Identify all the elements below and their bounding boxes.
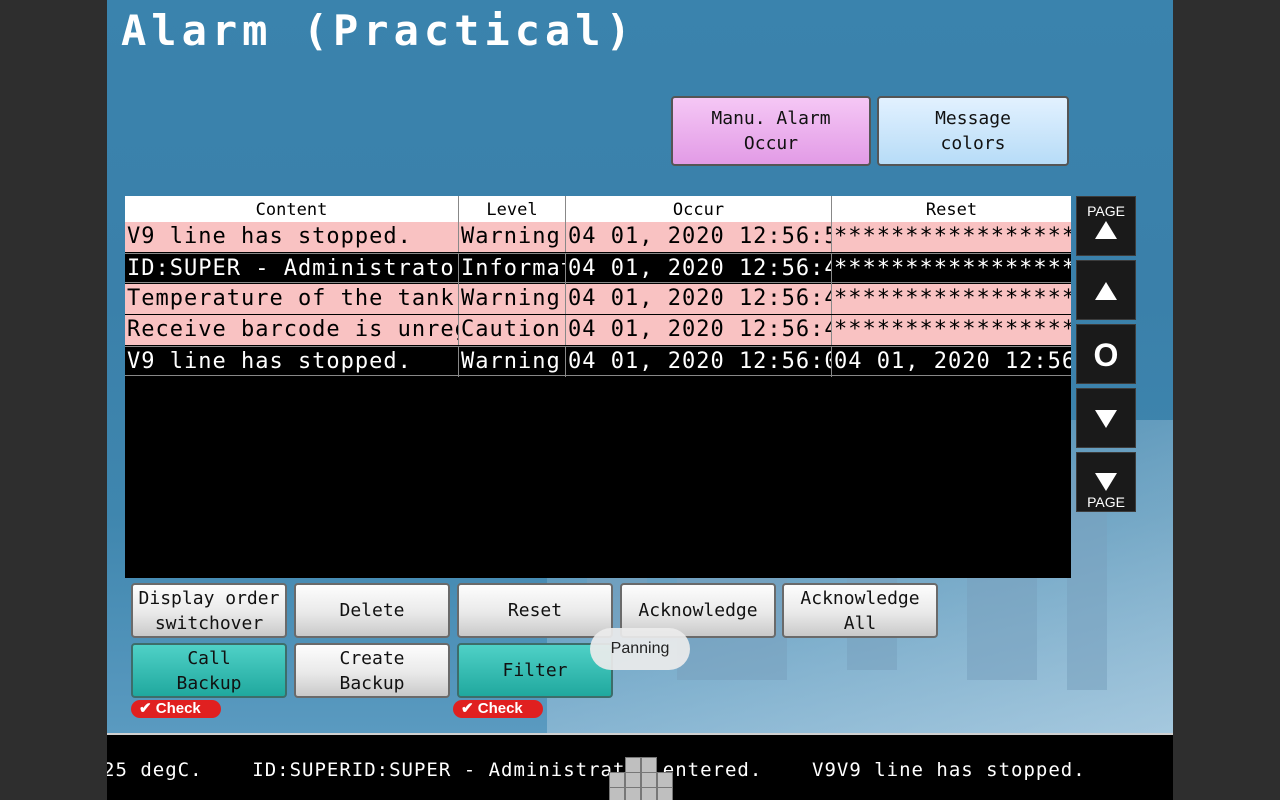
page-up-button[interactable]: PAGE (1076, 196, 1136, 256)
cell-occur: 04 01, 2020 12:56:4 (566, 284, 832, 314)
table-row[interactable]: Receive barcode is unregi Caution 04 01,… (125, 315, 1071, 345)
acknowledge-all-button[interactable]: Acknowledge All (782, 583, 938, 638)
page-title: Alarm (Practical) (121, 6, 636, 55)
cell-content: Receive barcode is unregi (125, 315, 459, 345)
alarm-ticker: 25 degC. ID:SUPERID:SUPER - Administrato… (107, 733, 1173, 800)
table-row[interactable]: Temperature of the tank H Warning 04 01,… (125, 284, 1071, 314)
left-letterbox (0, 0, 107, 800)
call-backup-label-line2: Backup (176, 672, 242, 694)
table-row[interactable]: V9 line has stopped. Warning 04 01, 2020… (125, 222, 1071, 252)
message-colors-button[interactable]: Message colors (877, 96, 1069, 166)
message-colors-label-line1: Message (935, 108, 1011, 129)
table-row[interactable]: V9 line has stopped. Warning 04 01, 2020… (125, 346, 1071, 377)
display-order-switchover-button[interactable]: Display order switchover (131, 583, 287, 638)
cell-reset: 04 01, 2020 12:56 (834, 349, 1071, 374)
call-backup-check-badge: ✔ Check (131, 700, 221, 718)
manual-alarm-label-line2: Occur (743, 133, 799, 154)
delete-button[interactable]: Delete (294, 583, 450, 638)
triangle-down-icon (1095, 410, 1117, 428)
acknowledge-all-label-line1: Acknowledge (800, 587, 920, 609)
checkmark-icon: ✔ (139, 700, 152, 717)
header-reset: Reset (925, 200, 978, 220)
check-label: Check (155, 700, 201, 717)
alarm-table[interactable]: Content Level Occur Reset V9 line has st… (125, 196, 1071, 578)
check-label: Check (477, 700, 523, 717)
call-backup-label-line1: Call (187, 647, 231, 669)
reset-button[interactable]: Reset (457, 583, 613, 638)
message-colors-label-line2: colors (940, 133, 1006, 154)
page-up-label: PAGE (1087, 203, 1125, 219)
cell-level: Warning (459, 284, 566, 314)
cell-content: Temperature of the tank H (125, 284, 459, 314)
center-label: O (1093, 337, 1119, 373)
triangle-down-icon (1095, 473, 1117, 491)
cell-content: V9 line has stopped. (125, 222, 459, 252)
filter-check-badge: ✔ Check (453, 700, 543, 718)
call-backup-button[interactable]: Call Backup (131, 643, 287, 698)
cell-content: V9 line has stopped. (125, 347, 459, 377)
cell-reset: ******************* (834, 317, 1071, 342)
page-down-button[interactable]: PAGE (1076, 452, 1136, 512)
cell-reset: ******************* (834, 224, 1071, 249)
triangle-up-icon (1095, 282, 1117, 300)
manual-alarm-occur-button[interactable]: Manu. Alarm Occur (671, 96, 871, 166)
cell-occur: 04 01, 2020 12:56:4 (566, 254, 832, 284)
cell-occur: 04 01, 2020 12:56:0 (566, 347, 832, 377)
right-letterbox (1173, 0, 1280, 800)
grid-menu-icon[interactable] (607, 757, 673, 800)
center-button[interactable]: O (1076, 324, 1136, 384)
display-order-label-line1: Display order (138, 587, 280, 609)
cell-level: Caution (459, 315, 566, 345)
display-order-label-line2: switchover (154, 612, 264, 634)
header-content: Content (125, 196, 459, 222)
header-level: Level (459, 196, 566, 222)
scroll-down-button[interactable] (1076, 388, 1136, 448)
table-row[interactable]: ID:SUPER - Administrator Informat 04 01,… (125, 253, 1071, 284)
panning-toast: Panning (590, 628, 690, 670)
create-backup-label-line2: Backup (339, 672, 405, 694)
triangle-up-icon (1095, 221, 1117, 239)
cell-level: Warning (459, 347, 566, 377)
cell-occur: 04 01, 2020 12:56:4 (566, 315, 832, 345)
checkmark-icon: ✔ (461, 700, 474, 717)
hmi-screen: Alarm (Practical) Manu. Alarm Occur Mess… (107, 0, 1173, 733)
create-backup-button[interactable]: Create Backup (294, 643, 450, 698)
acknowledge-all-label-line2: All (843, 612, 877, 634)
cell-level: Warning (459, 222, 566, 252)
scroll-up-button[interactable] (1076, 260, 1136, 320)
header-occur: Occur (566, 196, 832, 222)
page-down-label: PAGE (1087, 494, 1125, 510)
cell-level: Informat (459, 254, 566, 284)
manual-alarm-label-line1: Manu. Alarm (711, 108, 831, 129)
create-backup-label-line1: Create (339, 647, 405, 669)
cell-occur: 04 01, 2020 12:56:5 (566, 222, 832, 252)
ticker-text: 25 degC. ID:SUPERID:SUPER - Administrato… (107, 759, 1086, 781)
cell-reset: ******************* (834, 256, 1071, 281)
cell-reset: ******************* (834, 286, 1071, 311)
cell-content: ID:SUPER - Administrator (125, 254, 459, 284)
alarm-table-header: Content Level Occur Reset (125, 196, 1071, 222)
